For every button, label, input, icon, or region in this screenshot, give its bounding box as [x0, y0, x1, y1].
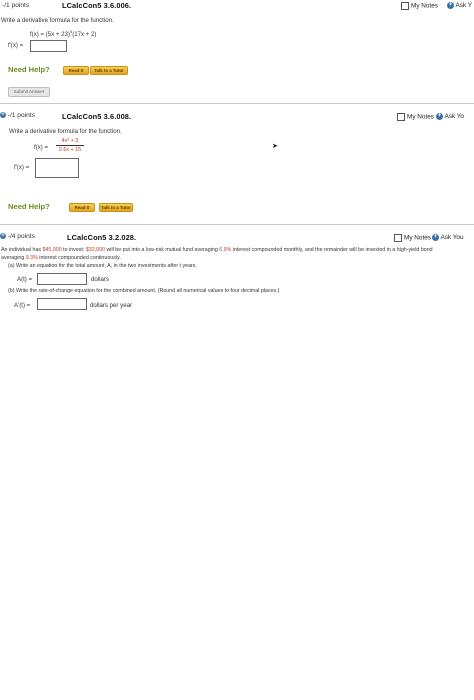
problem3-id: LCalcCon5 3.2.028. [67, 233, 137, 242]
problem3-a-unit: dollars [91, 276, 109, 283]
submit-answer-button[interactable]: Submit Answer [8, 87, 50, 97]
problem3-my-notes[interactable]: My Notes [394, 234, 431, 242]
problem3-line1: An individual has $45,000 to invest: $32… [1, 247, 433, 253]
problem3-points: + -/4 points [0, 233, 35, 240]
talk-to-tutor-button-1[interactable]: Talk to a Tutor [90, 66, 128, 75]
plus-icon: + [436, 113, 443, 120]
problem2-prompt: Write a derivative formula for the funct… [9, 128, 122, 135]
divider [0, 103, 474, 104]
plus-icon: + [0, 233, 6, 240]
problem2-my-notes[interactable]: My Notes [397, 113, 434, 121]
plus-icon: + [0, 112, 6, 119]
problem1-my-notes[interactable]: My Notes [401, 2, 438, 10]
problem2-ask[interactable]: + Ask Yo [436, 113, 464, 120]
problem1-answer-input[interactable] [30, 40, 67, 52]
mouse-cursor-icon: ➤ [272, 143, 278, 150]
problem1-fprime-label: f'(x) = [8, 42, 24, 49]
problem2-answer-input[interactable] [35, 158, 79, 178]
problem3-b-unit: dollars per year [90, 302, 132, 309]
problem2-fprime-label: f'(x) = [14, 164, 30, 171]
problem3-a-input[interactable] [37, 273, 87, 285]
problem3-b-input[interactable] [37, 298, 87, 310]
problem3-a-label: A(t) = [17, 276, 33, 283]
need-help-label-2: Need Help? [8, 202, 50, 211]
notes-icon [394, 234, 402, 242]
problem3-ask[interactable]: + Ask You [432, 234, 464, 241]
problem1-id: LCalcCon5 3.6.006. [62, 1, 132, 10]
notes-icon [401, 2, 409, 10]
need-help-label-1: Need Help? [8, 65, 50, 74]
problem3-part-b: (b) Write the rate-of-change equation fo… [8, 288, 280, 294]
fraction-numerator: 4x³ + 3 [61, 138, 79, 144]
problem3-b-label: A'(t) = [14, 302, 31, 309]
read-it-button-1[interactable]: Read It [63, 66, 89, 75]
problem1-function: f(x) = (5x + 23)5(17x + 2) [30, 29, 97, 39]
fraction-bar [56, 145, 84, 146]
problem2-id: LCalcCon5 3.6.008. [62, 112, 132, 121]
problem1-header: -/1 points LCalcCon5 3.6.006. My Notes +… [0, 0, 474, 14]
talk-to-tutor-button-2[interactable]: Talk to a Tutor [99, 203, 133, 212]
problem1-prompt: Write a derivative formula for the funct… [1, 17, 114, 24]
divider [0, 224, 474, 225]
fraction-denominator: 2.6x + 15 [58, 147, 82, 153]
problem1-ask[interactable]: + Ask Y [447, 2, 472, 9]
problem3-line2: averaging 9.3% interest compounded conti… [1, 255, 121, 261]
notes-icon [397, 113, 405, 121]
plus-icon: + [447, 2, 454, 9]
problem3-part-a: (a) Write an equation for the total amou… [8, 263, 197, 269]
problem2-points: + -/1 points [0, 112, 35, 119]
plus-icon: + [432, 234, 439, 241]
read-it-button-2[interactable]: Read It [69, 203, 95, 212]
problem2-f-label: f(x) = [34, 144, 49, 151]
problem1-points: -/1 points [2, 2, 30, 9]
problem2-fraction: 4x³ + 3 2.6x + 15 [56, 138, 84, 153]
